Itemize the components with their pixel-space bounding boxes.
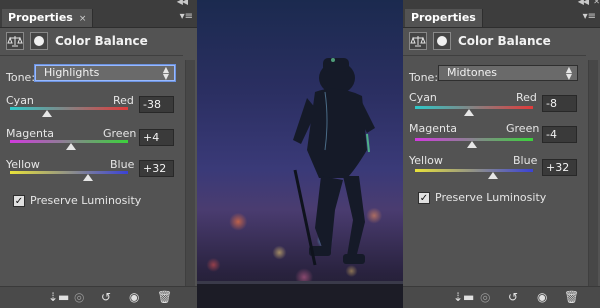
panel-menu-icon[interactable]: ▾≡ — [583, 10, 596, 24]
slider-left-label: Yellow — [409, 154, 443, 167]
yellow-blue-value-field[interactable]: +32 — [139, 160, 174, 177]
preserve-luminosity-label: Preserve Luminosity — [435, 191, 547, 204]
divider — [0, 55, 183, 56]
tone-label: Tone: — [6, 71, 36, 84]
properties-panel-right: ◀◀ ✕ Properties ▾≡ Color Balance Tone: M… — [403, 0, 600, 308]
tab-properties[interactable]: Properties × — [2, 9, 94, 27]
slider-right-label: Red — [113, 94, 134, 107]
tone-selected-value: Midtones — [447, 66, 498, 79]
panel-menu-icon[interactable]: ▾≡ — [180, 10, 193, 24]
tone-dropdown[interactable]: Midtones ▲ ▼ — [438, 65, 578, 81]
magenta-green-value-field[interactable]: -4 — [542, 126, 577, 143]
slider-right-label: Blue — [513, 154, 538, 167]
slider-right-label: Green — [103, 127, 137, 140]
divider — [403, 55, 586, 56]
yellow-blue-value-field[interactable]: +32 — [542, 159, 577, 176]
preserve-luminosity-label: Preserve Luminosity — [30, 194, 142, 207]
soldier-silhouette-image — [197, 58, 403, 308]
panel-scrollbar[interactable] — [185, 60, 195, 286]
photo-canvas — [197, 0, 403, 308]
cyan-red-slider-thumb[interactable] — [464, 109, 475, 116]
magenta-green-slider-thumb[interactable] — [66, 143, 77, 150]
reset-icon[interactable]: ↺ — [508, 290, 518, 304]
yellow-blue-slider-track[interactable] — [415, 169, 533, 172]
yellow-blue-slider-thumb[interactable] — [82, 174, 93, 181]
adjustment-header: Color Balance — [0, 30, 197, 56]
updown-arrows-icon: ▲ ▼ — [565, 65, 572, 81]
slider-left-label: Cyan — [409, 91, 437, 104]
visibility-eye-icon[interactable]: ◉ — [537, 290, 547, 304]
tab-properties[interactable]: Properties — [405, 9, 483, 27]
yellow-blue-slider-track[interactable] — [10, 171, 128, 174]
balance-scale-icon — [6, 32, 24, 50]
tab-label: Properties — [8, 11, 73, 24]
adjustment-title: Color Balance — [458, 34, 551, 48]
slider-right-label: Red — [516, 91, 537, 104]
clip-to-layer-icon[interactable]: ⇣▬ — [48, 290, 69, 304]
slider-right-label: Blue — [110, 158, 135, 171]
panel-footer: ⇣▬ ◎ ↺ ◉ 🗑 — [403, 286, 600, 308]
reset-icon[interactable]: ↺ — [101, 290, 111, 304]
collapse-panel-icon[interactable]: ◀◀ — [177, 0, 188, 6]
slider-left-label: Yellow — [6, 158, 40, 171]
tone-selected-value: Highlights — [44, 66, 100, 79]
cyan-red-slider-track[interactable] — [10, 107, 128, 110]
panel-tab-bar: Properties ▾≡ — [403, 9, 600, 28]
slider-left-label: Cyan — [6, 94, 34, 107]
updown-arrows-icon: ▲ ▼ — [162, 65, 169, 81]
layer-mask-icon[interactable] — [433, 32, 451, 50]
view-previous-state-icon[interactable]: ◎ — [480, 290, 490, 304]
panel-top-strip: ◀◀ ✕ — [403, 0, 600, 9]
trash-icon[interactable]: 🗑 — [564, 290, 579, 304]
preserve-luminosity-checkbox[interactable]: ✓ — [13, 195, 25, 207]
collapse-panel-icon[interactable]: ◀◀ — [578, 0, 589, 6]
visibility-eye-icon[interactable]: ◉ — [129, 290, 139, 304]
close-panel-icon[interactable]: ✕ — [593, 0, 600, 6]
panel-footer: ⇣▬ ◎ ↺ ◉ 🗑 — [0, 286, 197, 308]
cyan-red-slider-thumb[interactable] — [41, 110, 52, 117]
tab-close-icon[interactable]: × — [79, 14, 87, 24]
clip-to-layer-icon[interactable]: ⇣▬ — [453, 290, 474, 304]
tab-label: Properties — [411, 11, 476, 24]
adjustment-header: Color Balance — [403, 30, 600, 56]
adjustment-title: Color Balance — [55, 34, 148, 48]
balance-scale-icon — [409, 32, 427, 50]
cyan-red-value-field[interactable]: -8 — [542, 95, 577, 112]
preserve-luminosity-checkbox[interactable]: ✓ — [418, 192, 430, 204]
slider-left-label: Magenta — [409, 122, 458, 135]
magenta-green-slider-thumb[interactable] — [466, 141, 477, 148]
slider-left-label: Magenta — [6, 127, 55, 140]
trash-icon[interactable]: 🗑 — [157, 290, 172, 304]
panel-tab-bar: Properties × ▾≡ — [0, 9, 197, 28]
magenta-green-value-field[interactable]: +4 — [139, 129, 174, 146]
panel-top-strip: ◀◀ — [0, 0, 197, 9]
cyan-red-value-field[interactable]: -38 — [139, 96, 174, 113]
view-previous-state-icon[interactable]: ◎ — [74, 290, 84, 304]
layer-mask-icon[interactable] — [30, 32, 48, 50]
slider-right-label: Green — [506, 122, 540, 135]
panel-scrollbar[interactable] — [588, 60, 598, 286]
properties-panel-left: ◀◀ Properties × ▾≡ Color Balance Tone: Hi… — [0, 0, 197, 308]
tone-dropdown[interactable]: Highlights ▲ ▼ — [35, 65, 175, 81]
tone-label: Tone: — [409, 71, 439, 84]
yellow-blue-slider-thumb[interactable] — [487, 172, 498, 179]
